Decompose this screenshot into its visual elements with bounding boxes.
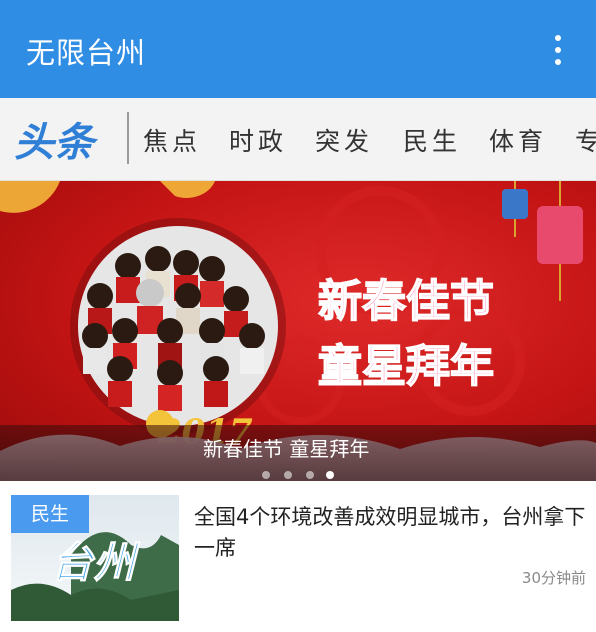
tab-sports[interactable]: 体育 <box>489 122 547 158</box>
carousel-indicator <box>262 471 342 481</box>
carousel-dot <box>306 471 314 479</box>
banner-caption: 新春佳节 童星拜年 <box>203 437 370 461</box>
thumb-text: 台州 <box>51 538 141 587</box>
tab-special[interactable]: 专 <box>575 122 596 158</box>
news-list-item[interactable]: 台州 民生 全国4个环境改善成效明显城市，台州拿下一席 30分钟前 <box>0 481 596 632</box>
news-thumbnail: 台州 民生 <box>11 495 179 621</box>
channel-tabs: 头条 焦点 时政 突发 民生 体育 专 <box>0 98 596 181</box>
news-title: 全国4个环境改善成效明显城市，台州拿下一席 <box>194 505 586 560</box>
carousel-dot <box>262 471 270 479</box>
tab-brand-label: 头条 <box>14 120 99 166</box>
app-bar: 无限台州 <box>0 0 596 98</box>
tab-livelihood[interactable]: 民生 <box>403 122 461 158</box>
tab-toutiao[interactable]: 头条 <box>12 112 118 166</box>
tab-focus[interactable]: 焦点 <box>143 122 201 158</box>
tab-divider <box>127 112 129 164</box>
category-badge: 民生 <box>11 495 89 533</box>
tab-breaking[interactable]: 突发 <box>315 122 373 158</box>
news-timestamp: 30分钟前 <box>521 569 586 587</box>
tab-politics[interactable]: 时政 <box>229 122 287 158</box>
banner-headline-2: 童星拜年 <box>318 341 494 392</box>
more-vert-icon[interactable] <box>540 30 576 70</box>
banner-headline-1: 新春佳节 <box>318 276 494 327</box>
banner-carousel[interactable]: 2017 新春佳节 童星拜年 新春佳节 童星拜年 <box>0 181 596 481</box>
app-title: 无限台州 <box>26 36 147 70</box>
carousel-dot <box>284 471 292 479</box>
carousel-dot-active <box>326 471 334 479</box>
